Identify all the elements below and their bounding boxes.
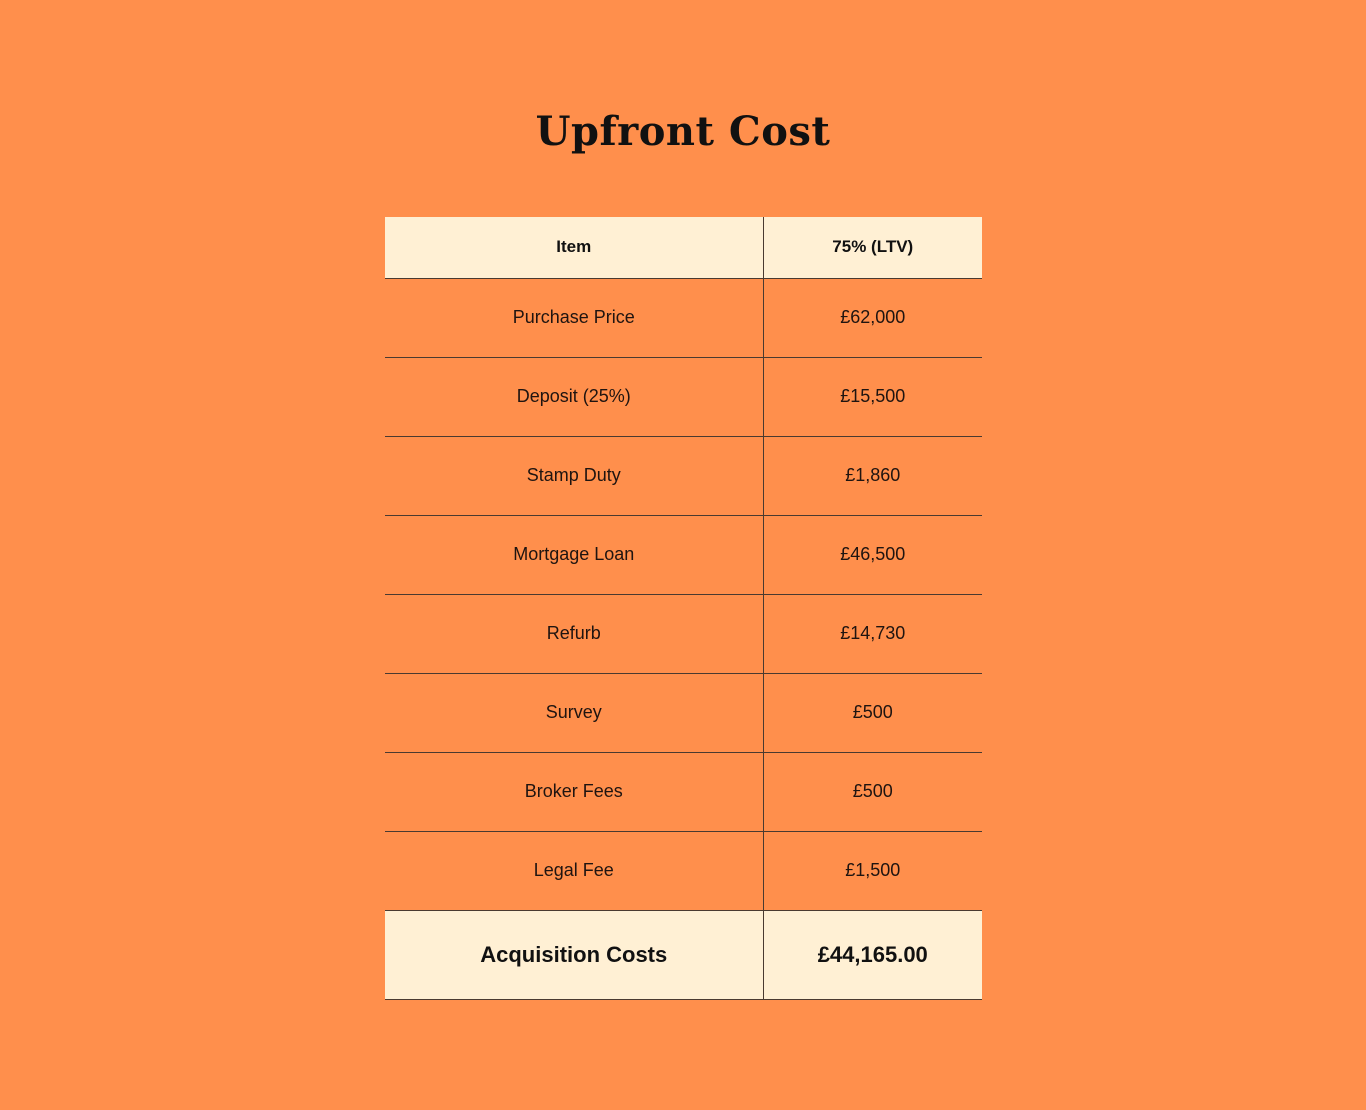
row-item-value: £1,500	[763, 831, 982, 911]
row-item-value: £14,730	[763, 594, 982, 674]
row-item-label: Refurb	[385, 594, 764, 674]
table-row: Mortgage Loan £46,500	[385, 515, 982, 595]
row-item-label: Deposit (25%)	[385, 357, 764, 437]
row-item-label: Survey	[385, 673, 764, 753]
column-header-item: Item	[385, 217, 764, 279]
row-item-label: Purchase Price	[385, 278, 764, 358]
row-item-value: £15,500	[763, 357, 982, 437]
row-item-label: Mortgage Loan	[385, 515, 764, 595]
table-row: Legal Fee £1,500	[385, 831, 982, 911]
page-title: Upfront Cost	[535, 108, 831, 155]
table-row: Refurb £14,730	[385, 594, 982, 674]
upfront-cost-table: Item 75% (LTV) Purchase Price £62,000 De…	[385, 217, 982, 1000]
row-item-value: £1,860	[763, 436, 982, 516]
total-label: Acquisition Costs	[385, 910, 764, 1000]
row-item-label: Stamp Duty	[385, 436, 764, 516]
table-row: Purchase Price £62,000	[385, 278, 982, 358]
row-item-value: £62,000	[763, 278, 982, 358]
total-row: Acquisition Costs £44,165.00	[385, 910, 982, 1000]
total-value: £44,165.00	[763, 910, 982, 1000]
row-item-label: Legal Fee	[385, 831, 764, 911]
table-row: Survey £500	[385, 673, 982, 753]
row-item-value: £500	[763, 673, 982, 753]
column-header-ltv: 75% (LTV)	[763, 217, 982, 279]
table-header-row: Item 75% (LTV)	[385, 217, 982, 279]
row-item-value: £46,500	[763, 515, 982, 595]
table-row: Deposit (25%) £15,500	[385, 357, 982, 437]
row-item-value: £500	[763, 752, 982, 832]
table-row: Broker Fees £500	[385, 752, 982, 832]
row-item-label: Broker Fees	[385, 752, 764, 832]
table-row: Stamp Duty £1,860	[385, 436, 982, 516]
